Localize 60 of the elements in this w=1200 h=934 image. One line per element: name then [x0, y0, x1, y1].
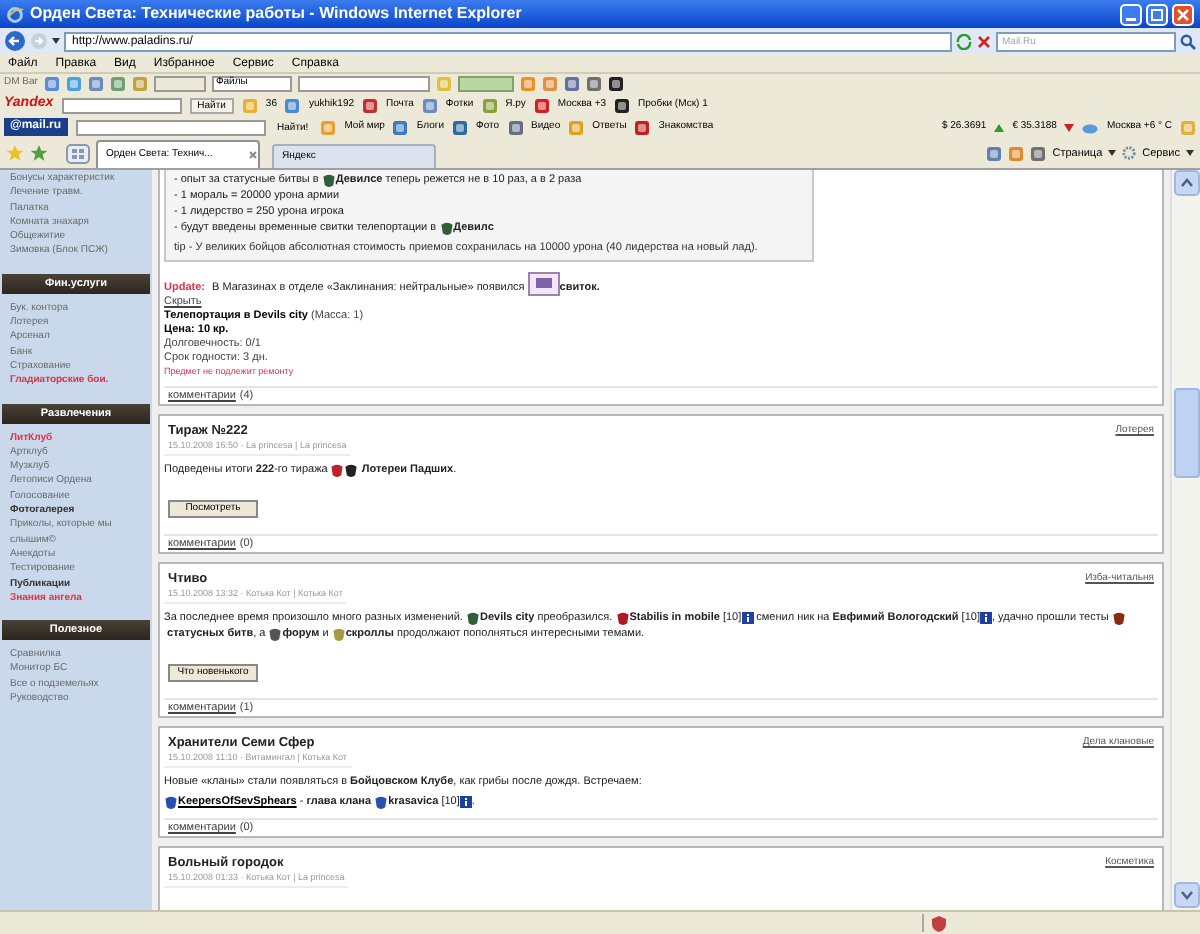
tile-icon[interactable]: [533, 97, 550, 113]
shield-icon: [932, 915, 946, 931]
refresh-icon[interactable]: [956, 33, 972, 49]
scrollbar[interactable]: [1170, 170, 1200, 910]
toolbar-field[interactable]: [297, 76, 430, 92]
tile-icon[interactable]: [87, 76, 104, 92]
info-icon[interactable]: [459, 796, 472, 808]
scroll-icon: [527, 272, 560, 296]
tile-icon[interactable]: [452, 119, 469, 135]
tile-icon[interactable]: [43, 76, 60, 92]
caret-icon[interactable]: [1186, 150, 1194, 157]
close-tab-icon[interactable]: [248, 150, 258, 160]
tile-icon[interactable]: [614, 97, 631, 113]
tab-grid-icon[interactable]: [66, 144, 90, 164]
tile-icon[interactable]: [568, 119, 585, 135]
maximize-button[interactable]: [1146, 3, 1168, 25]
tile-icon[interactable]: [1030, 145, 1047, 162]
tile-icon[interactable]: [65, 76, 82, 92]
window-title: Орден Света: Технические работы - Windows Internet Explorer: [30, 2, 522, 26]
tile-icon[interactable]: [519, 76, 536, 92]
minimize-button[interactable]: [1120, 3, 1142, 25]
tile-icon[interactable]: [507, 119, 524, 135]
mail-search-field[interactable]: [75, 119, 266, 135]
tile-icon[interactable]: [392, 119, 409, 135]
tile-icon[interactable]: [585, 76, 602, 92]
tile-icon[interactable]: [1008, 145, 1025, 162]
plus-star-icon[interactable]: [30, 144, 48, 162]
tile-icon[interactable]: [986, 145, 1003, 162]
scroll-down-button[interactable]: [1173, 882, 1199, 908]
scroll-thumb[interactable]: [1173, 388, 1199, 478]
tile-icon[interactable]: [607, 76, 624, 92]
caret-icon[interactable]: [52, 38, 60, 44]
tile-icon[interactable]: [421, 97, 438, 113]
tile-icon[interactable]: [241, 97, 258, 113]
gear-icon[interactable]: [1122, 146, 1137, 161]
tile-icon[interactable]: [109, 76, 126, 92]
tile-icon[interactable]: [563, 76, 580, 92]
close-button[interactable]: [1172, 3, 1194, 25]
star-icon[interactable]: [6, 144, 24, 162]
cloud-icon: [1082, 121, 1099, 133]
tile-icon[interactable]: [634, 119, 651, 135]
search-icon[interactable]: [1180, 33, 1196, 49]
toolbar-field[interactable]: [153, 76, 206, 92]
tile-icon[interactable]: [481, 97, 498, 113]
tile-icon[interactable]: [1180, 119, 1196, 135]
browser-icon: [6, 5, 24, 23]
tile-icon[interactable]: [284, 97, 301, 113]
tile-icon[interactable]: [435, 76, 452, 92]
toolbar-field[interactable]: [457, 76, 514, 92]
scroll-up-button[interactable]: [1173, 170, 1199, 196]
tile-icon[interactable]: [320, 119, 337, 135]
back-icon[interactable]: [4, 30, 26, 52]
tile-icon[interactable]: [362, 97, 378, 113]
stop-icon[interactable]: [976, 33, 992, 49]
tile-icon[interactable]: [541, 76, 558, 92]
info-icon[interactable]: [979, 612, 992, 624]
caret-icon[interactable]: [1108, 150, 1117, 157]
info-icon[interactable]: [741, 612, 754, 624]
yandex-search-field[interactable]: [61, 97, 182, 113]
tile-icon[interactable]: [131, 76, 148, 92]
